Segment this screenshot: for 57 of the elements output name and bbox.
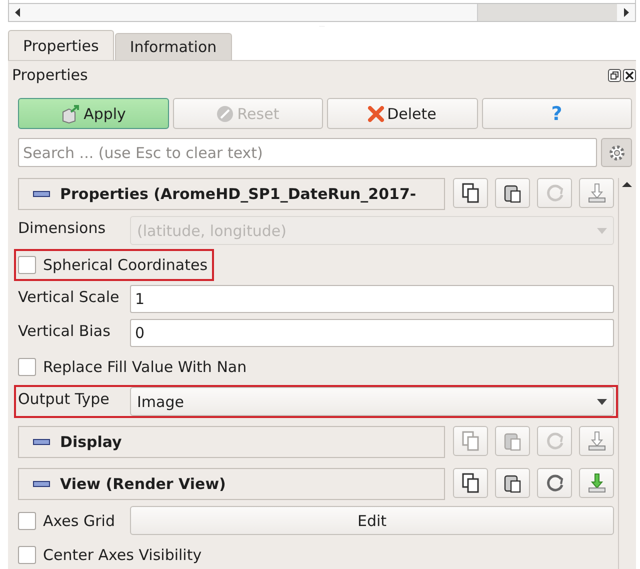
settings-button[interactable] — [601, 138, 632, 167]
download-icon — [588, 473, 606, 493]
section-header[interactable]: Properties (AromeHD_SP1_DateRun_2017- — [18, 178, 445, 210]
collapse-icon — [33, 481, 50, 487]
settings-icon — [606, 142, 626, 162]
checkbox-label: Axes Grid — [43, 512, 115, 530]
input-field[interactable]: 1 — [130, 285, 614, 313]
copy-button[interactable] — [453, 178, 488, 208]
tab[interactable]: Information — [114, 33, 232, 60]
box-arrow-icon — [60, 104, 81, 124]
edit-button[interactable]: Edit — [130, 506, 614, 535]
checkbox[interactable] — [18, 546, 36, 564]
apply-button[interactable]: Apply — [18, 98, 168, 129]
collapse-icon — [33, 191, 50, 197]
reset-button[interactable] — [537, 468, 572, 498]
caret-icon — [597, 228, 607, 234]
dropdown[interactable]: Image — [130, 387, 614, 416]
tab[interactable]: Properties — [8, 30, 114, 60]
delete-button[interactable]: Delete — [327, 98, 478, 129]
horizontal-scrollbar[interactable] — [8, 3, 636, 22]
caret-icon — [597, 398, 607, 404]
input-field[interactable]: 0 — [130, 319, 614, 347]
copy-icon — [462, 183, 480, 203]
field-label: Dimensions — [18, 218, 107, 237]
download-icon — [588, 183, 606, 203]
checkbox[interactable] — [18, 256, 36, 274]
clipboard-icon — [504, 431, 522, 451]
clipboard-icon — [504, 183, 522, 203]
cancel-icon — [216, 104, 234, 122]
float-icon[interactable] — [608, 68, 621, 82]
field-label: Vertical Bias — [18, 321, 112, 340]
refresh-icon — [544, 473, 564, 493]
field-label: Vertical Scale — [18, 287, 120, 306]
checkbox[interactable] — [18, 358, 36, 376]
checkbox[interactable] — [18, 512, 36, 530]
checkbox-label: Center Axes Visibility — [43, 546, 202, 564]
collapse-icon — [33, 439, 50, 445]
section-header[interactable]: View (Render View) — [18, 468, 445, 500]
save-button[interactable] — [579, 468, 614, 498]
copy-icon — [462, 431, 480, 451]
field-label: Output Type — [18, 389, 110, 408]
section-header[interactable]: Display — [18, 426, 445, 458]
clipboard-icon — [504, 473, 522, 493]
paste-button[interactable] — [495, 468, 530, 498]
cross-icon — [368, 106, 384, 122]
refresh-icon — [544, 431, 564, 451]
copy-icon — [462, 473, 480, 493]
close-icon[interactable] — [623, 68, 636, 82]
scrollbar-thumb[interactable] — [477, 4, 617, 22]
checkbox-label: Replace Fill Value With Nan — [43, 358, 247, 376]
download-icon — [588, 431, 606, 451]
panel-title: Properties — [12, 66, 88, 84]
paste-button[interactable] — [495, 178, 530, 208]
copy-button[interactable] — [453, 468, 488, 498]
search-field[interactable]: Search ... (use Esc to clear text) — [18, 138, 597, 167]
checkbox-label: Spherical Coordinates — [43, 256, 208, 274]
refresh-icon — [544, 183, 564, 203]
